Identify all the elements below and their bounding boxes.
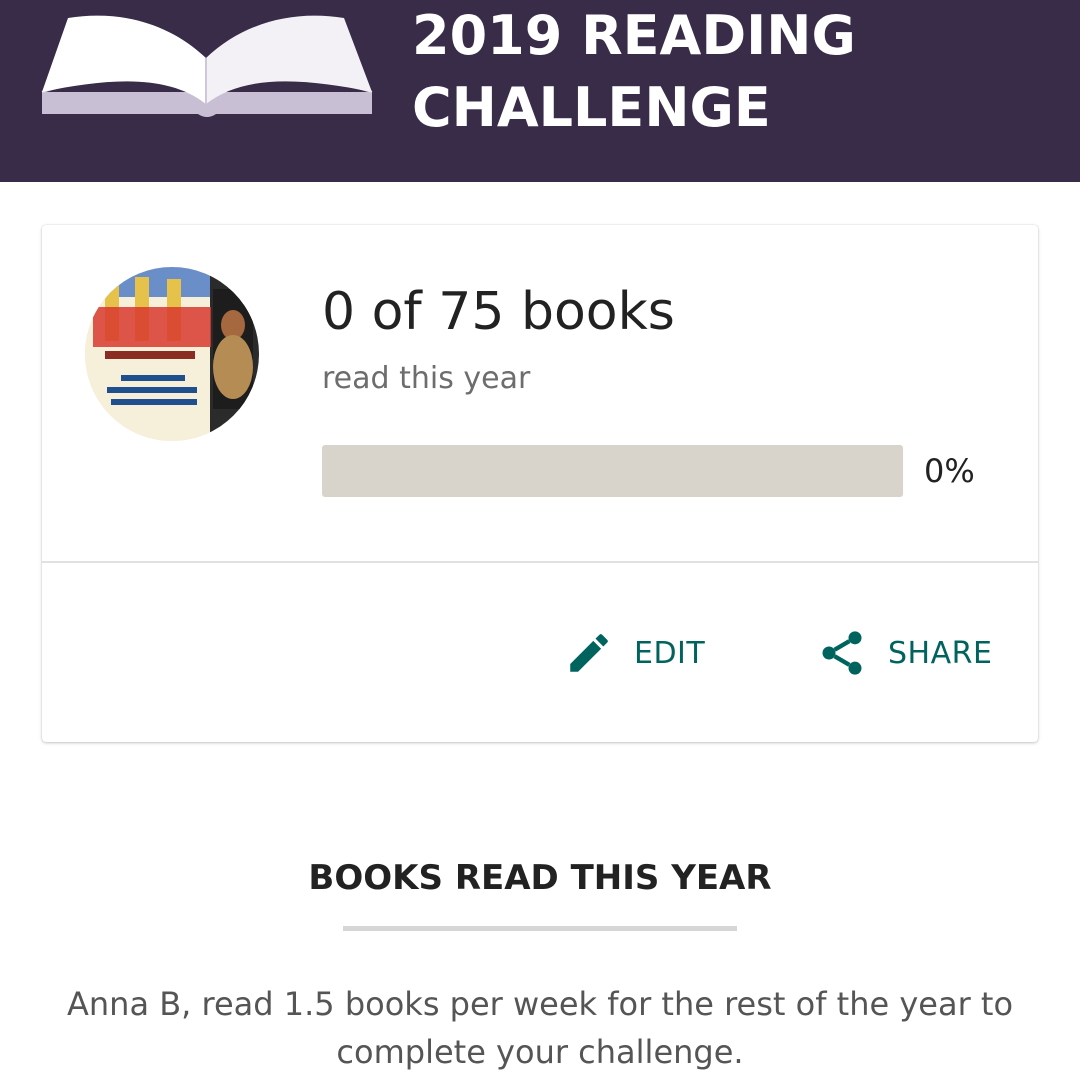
progress-bar bbox=[322, 445, 903, 497]
avatar[interactable] bbox=[85, 267, 259, 441]
title-line-2: CHALLENGE bbox=[412, 76, 771, 139]
share-label: SHARE bbox=[888, 635, 993, 671]
pencil-icon bbox=[570, 634, 608, 672]
avatar-photo bbox=[85, 267, 259, 441]
page-title: 2019 READING CHALLENGE bbox=[412, 0, 1052, 144]
section-divider bbox=[343, 926, 737, 931]
share-button[interactable]: SHARE bbox=[816, 621, 992, 685]
open-book-icon bbox=[41, 15, 373, 117]
books-read-count: 0 of 75 books bbox=[322, 282, 675, 342]
title-line-1: 2019 READING bbox=[412, 4, 856, 67]
header-banner: 2019 READING CHALLENGE bbox=[0, 0, 1080, 182]
challenge-card: 0 of 75 books read this year 0% EDIT SHA… bbox=[42, 225, 1038, 742]
card-divider bbox=[42, 561, 1038, 563]
books-read-heading: BOOKS READ THIS YEAR bbox=[308, 858, 772, 898]
share-icon bbox=[822, 631, 862, 675]
edit-label: EDIT bbox=[634, 635, 706, 671]
count-subtitle: read this year bbox=[322, 361, 531, 396]
pace-message: Anna B, read 1.5 books per week for the … bbox=[66, 985, 1014, 1071]
edit-button[interactable]: EDIT bbox=[564, 621, 705, 685]
progress-percent: 0% bbox=[924, 452, 975, 490]
